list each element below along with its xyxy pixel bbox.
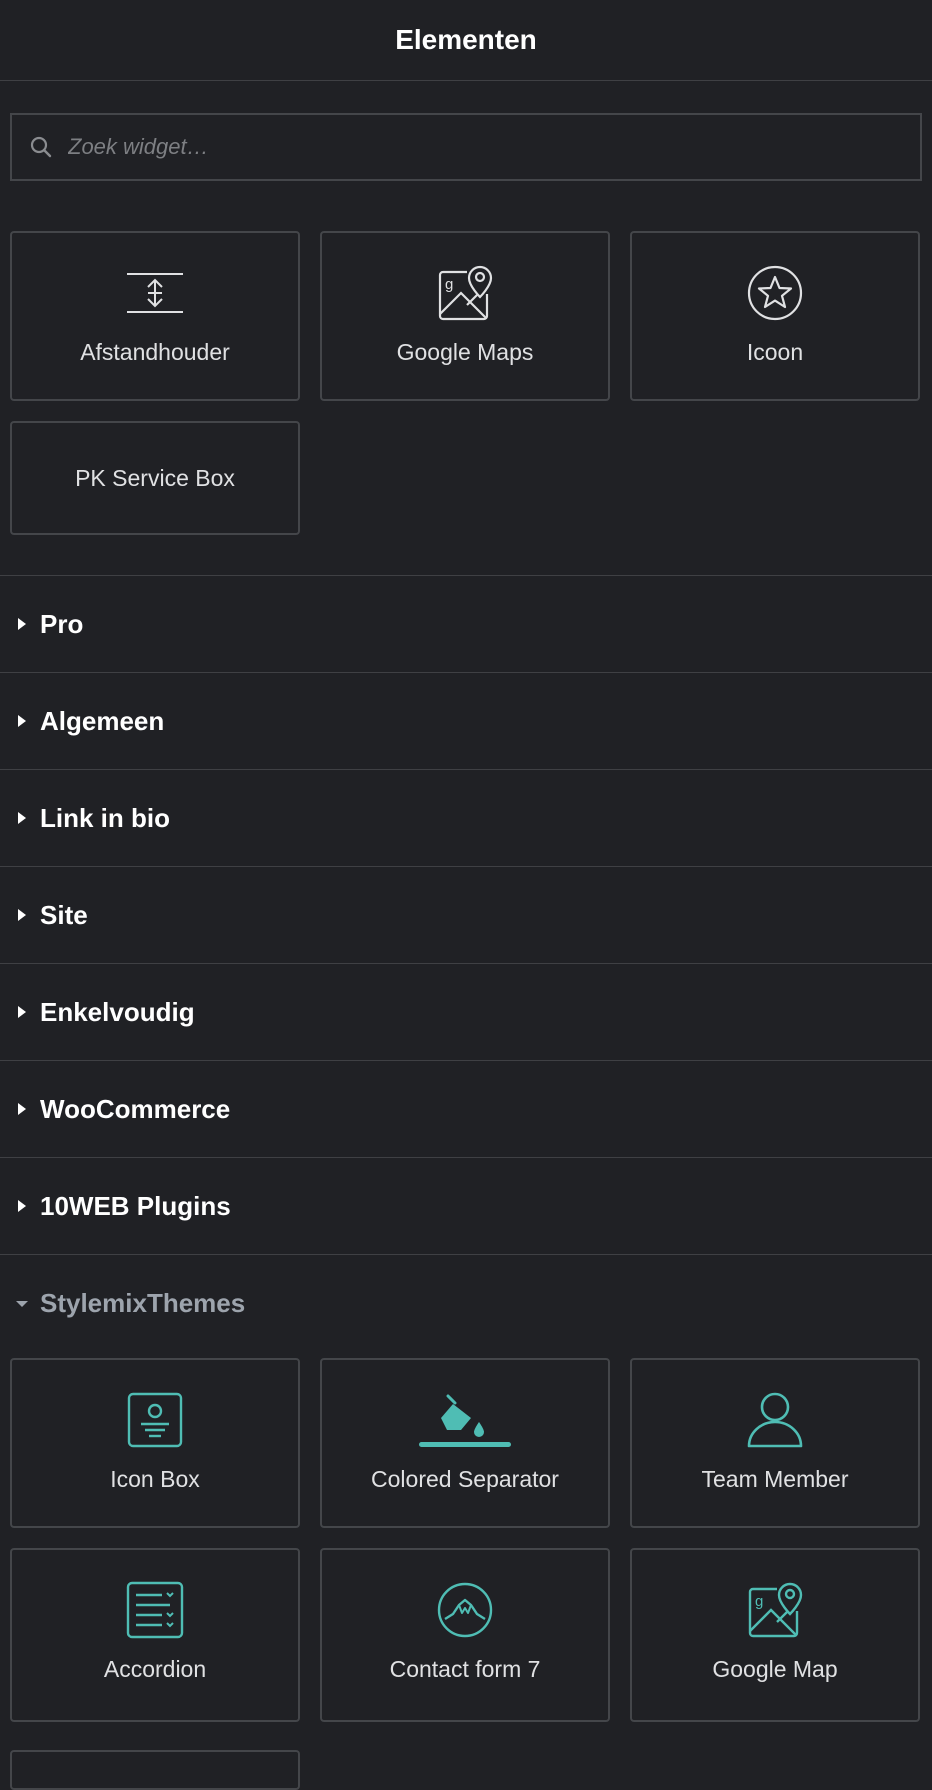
- svg-text:g: g: [445, 276, 453, 293]
- category-list: Pro Algemeen Link in bio Site Enkelvoudi…: [0, 575, 932, 1352]
- favorites-grid: Afstandhouder g Google Maps Icoon PK Ser…: [0, 231, 932, 535]
- widget-pk-service-box[interactable]: PK Service Box: [10, 421, 300, 535]
- paint-bucket-icon: [415, 1388, 515, 1452]
- search-box[interactable]: [10, 113, 922, 181]
- widget-icoon[interactable]: Icoon: [630, 231, 920, 401]
- category-woocommerce[interactable]: WooCommerce: [0, 1061, 932, 1158]
- caret-right-icon: [14, 810, 30, 826]
- widget-partial-card[interactable]: [10, 1750, 300, 1790]
- widget-contact-form-7[interactable]: Contact form 7: [320, 1548, 610, 1722]
- widget-team-member[interactable]: Team Member: [630, 1358, 920, 1528]
- category-pro[interactable]: Pro: [0, 576, 932, 673]
- widget-icon-box[interactable]: Icon Box: [10, 1358, 300, 1528]
- widget-label: Icon Box: [110, 1466, 200, 1492]
- caret-right-icon: [14, 713, 30, 729]
- caret-right-icon: [14, 1198, 30, 1214]
- category-label: Algemeen: [40, 705, 165, 736]
- category-site[interactable]: Site: [0, 867, 932, 964]
- mountain-circle-icon: [433, 1578, 497, 1642]
- widget-afstandhouder[interactable]: Afstandhouder: [10, 231, 300, 401]
- search-input[interactable]: [66, 133, 920, 161]
- category-label: 10WEB Plugins: [40, 1190, 231, 1221]
- widget-label: Google Maps: [396, 339, 534, 365]
- spacer-icon: [123, 261, 187, 325]
- stylemix-grid: Icon Box Colored Separator Team Member A…: [0, 1358, 932, 1722]
- category-label: Enkelvoudig: [40, 996, 195, 1027]
- accordion-icon: [123, 1578, 187, 1642]
- widget-accordion[interactable]: Accordion: [10, 1548, 300, 1722]
- caret-right-icon: [14, 907, 30, 923]
- widget-label: Colored Separator: [371, 1466, 559, 1492]
- category-algemeen[interactable]: Algemeen: [0, 673, 932, 770]
- panel-title: Elementen: [395, 24, 537, 55]
- person-icon: [743, 1388, 807, 1452]
- svg-text:g: g: [755, 1593, 763, 1610]
- star-icon: [743, 261, 807, 325]
- widget-label: Google Map: [712, 1656, 838, 1682]
- category-enkelvoudig[interactable]: Enkelvoudig: [0, 964, 932, 1061]
- caret-right-icon: [14, 1101, 30, 1117]
- search-icon: [30, 136, 52, 158]
- google-map-icon: g: [743, 1578, 807, 1642]
- widget-label: Contact form 7: [389, 1656, 541, 1682]
- widget-google-map[interactable]: g Google Map: [630, 1548, 920, 1722]
- icon-box-icon: [123, 1388, 187, 1452]
- widget-label: Accordion: [103, 1656, 207, 1682]
- category-10web-plugins[interactable]: 10WEB Plugins: [0, 1158, 932, 1255]
- widget-label: Icoon: [746, 339, 804, 365]
- widget-label: Team Member: [701, 1466, 849, 1492]
- category-label: Pro: [40, 608, 84, 639]
- widget-google-maps[interactable]: g Google Maps: [320, 231, 610, 401]
- category-label: WooCommerce: [40, 1093, 231, 1124]
- panel-header: Elementen: [0, 0, 932, 81]
- caret-right-icon: [14, 616, 30, 632]
- widget-label: Afstandhouder: [80, 339, 230, 365]
- caret-right-icon: [14, 1004, 30, 1020]
- category-label: Link in bio: [40, 802, 170, 833]
- category-stylemixthemes[interactable]: StylemixThemes: [0, 1255, 932, 1352]
- widget-label: PK Service Box: [75, 464, 235, 491]
- caret-down-icon: [14, 1296, 30, 1312]
- category-label: Site: [40, 899, 88, 930]
- category-label: StylemixThemes: [40, 1288, 246, 1318]
- widget-colored-separator[interactable]: Colored Separator: [320, 1358, 610, 1528]
- google-maps-icon: g: [433, 261, 497, 325]
- category-link-in-bio[interactable]: Link in bio: [0, 770, 932, 867]
